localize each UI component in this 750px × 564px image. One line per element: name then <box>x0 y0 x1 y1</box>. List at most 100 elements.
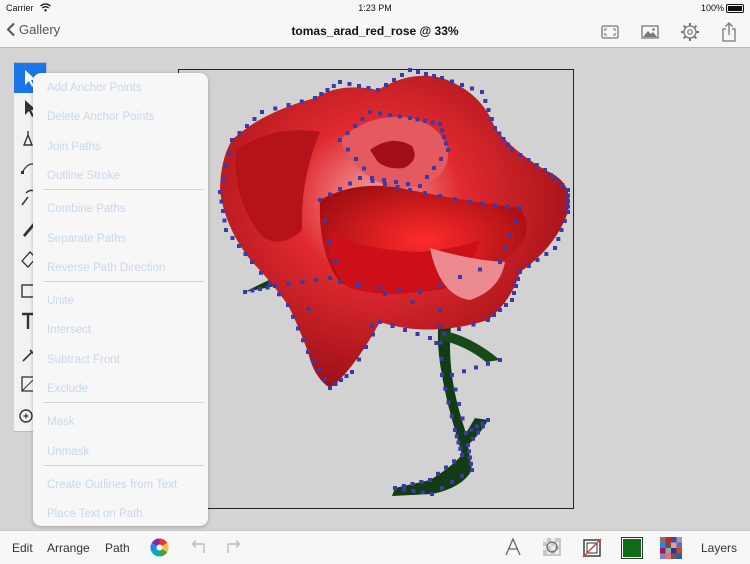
anchor-point[interactable] <box>516 277 520 281</box>
anchor-point[interactable] <box>553 246 557 250</box>
anchor-point[interactable] <box>408 116 412 120</box>
anchor-point[interactable] <box>452 459 456 464</box>
anchor-point[interactable] <box>265 285 270 290</box>
anchor-point[interactable] <box>504 303 508 307</box>
anchor-point[interactable] <box>382 178 386 182</box>
anchor-point[interactable] <box>224 228 228 232</box>
anchor-point[interactable] <box>328 192 332 197</box>
anchor-point[interactable] <box>230 138 234 142</box>
anchor-point[interactable] <box>439 157 443 161</box>
anchor-point[interactable] <box>418 290 422 294</box>
anchor-point[interactable] <box>453 197 457 201</box>
anchor-point[interactable] <box>338 187 342 191</box>
anchor-point[interactable] <box>438 122 442 126</box>
anchor-point[interactable] <box>368 110 372 114</box>
anchor-point[interactable] <box>439 340 443 345</box>
anchor-point[interactable] <box>392 78 396 82</box>
anchor-point[interactable] <box>376 88 380 92</box>
anchor-point[interactable] <box>432 166 436 170</box>
anchor-point[interactable] <box>471 322 476 327</box>
anchor-point[interactable] <box>222 218 227 223</box>
anchor-point[interactable] <box>328 276 332 280</box>
anchor-point[interactable] <box>458 446 463 451</box>
anchor-point[interactable] <box>486 108 491 112</box>
menu-item-combine-paths[interactable]: Combine Paths <box>47 203 126 215</box>
anchor-point[interactable] <box>252 117 257 121</box>
anchor-point[interactable] <box>456 440 461 445</box>
anchor-point[interactable] <box>410 482 415 486</box>
anchor-point[interactable] <box>224 164 228 168</box>
anchor-point[interactable] <box>406 182 410 186</box>
anchor-point[interactable] <box>518 270 522 274</box>
anchor-point[interactable] <box>478 267 482 272</box>
anchor-point[interactable] <box>466 443 470 447</box>
anchor-point[interactable] <box>291 314 295 319</box>
color-wheel-icon[interactable] <box>150 538 169 557</box>
anchor-point[interactable] <box>480 90 484 94</box>
anchor-point[interactable] <box>347 82 352 86</box>
anchor-point[interactable] <box>505 204 510 209</box>
anchor-point[interactable] <box>486 361 490 366</box>
fill-swatch[interactable] <box>621 537 643 559</box>
anchor-point[interactable] <box>423 191 427 195</box>
anchor-point[interactable] <box>362 166 366 171</box>
anchor-point[interactable] <box>388 113 392 117</box>
anchor-point[interactable] <box>425 175 429 179</box>
anchor-point[interactable] <box>510 298 514 302</box>
edit-menu-button[interactable]: Edit <box>12 541 33 555</box>
anchor-point[interactable] <box>462 369 466 374</box>
anchor-point[interactable] <box>268 281 272 286</box>
anchor-point[interactable] <box>296 326 300 331</box>
anchor-point[interactable] <box>383 182 387 186</box>
anchor-point[interactable] <box>535 258 540 262</box>
anchor-point[interactable] <box>566 188 570 192</box>
anchor-point[interactable] <box>227 151 231 155</box>
anchor-point[interactable] <box>501 137 506 141</box>
anchor-point[interactable] <box>415 332 420 336</box>
anchor-point[interactable] <box>480 201 485 206</box>
anchor-point[interactable] <box>410 300 415 304</box>
anchor-point[interactable] <box>556 237 561 241</box>
menu-item-add-anchor-points[interactable]: Add Anchor Points <box>47 82 142 94</box>
menu-item-join-paths[interactable]: Join Paths <box>47 141 101 153</box>
anchor-point[interactable] <box>408 68 412 72</box>
anchor-point[interactable] <box>339 378 343 382</box>
anchor-point[interactable] <box>286 103 291 107</box>
anchor-point[interactable] <box>378 111 382 116</box>
anchor-point[interactable] <box>403 328 407 332</box>
anchor-point[interactable] <box>476 430 480 435</box>
anchor-point[interactable] <box>475 424 479 429</box>
anchor-point[interactable] <box>420 490 425 495</box>
anchor-point[interactable] <box>559 228 564 232</box>
stroke-icon[interactable] <box>581 537 603 559</box>
anchor-point[interactable] <box>219 199 224 204</box>
anchor-point[interactable] <box>430 492 434 496</box>
anchor-point[interactable] <box>467 449 471 454</box>
anchor-point[interactable] <box>566 193 570 198</box>
anchor-point[interactable] <box>446 400 451 405</box>
anchor-point[interactable] <box>243 290 247 294</box>
anchor-point[interactable] <box>534 163 539 167</box>
anchor-point[interactable] <box>338 80 342 84</box>
align-icon[interactable] <box>542 537 562 557</box>
anchor-point[interactable] <box>354 157 358 161</box>
anchor-point[interactable] <box>394 180 398 184</box>
anchor-point[interactable] <box>355 284 360 288</box>
menu-item-mask[interactable]: Mask <box>47 416 74 428</box>
anchor-point[interactable] <box>468 200 472 204</box>
anchor-point[interactable] <box>221 177 225 181</box>
anchor-point[interactable] <box>442 331 447 336</box>
anchor-point[interactable] <box>370 324 375 328</box>
anchor-point[interactable] <box>440 128 444 133</box>
anchor-point[interactable] <box>400 73 404 77</box>
anchor-point[interactable] <box>562 219 567 223</box>
arrange-menu-button[interactable]: Arrange <box>47 541 90 555</box>
anchor-point[interactable] <box>383 292 387 296</box>
anchor-point[interactable] <box>493 126 497 130</box>
anchor-point[interactable] <box>505 142 510 147</box>
anchor-point[interactable] <box>331 84 336 88</box>
anchor-point[interactable] <box>328 386 332 390</box>
anchor-point[interactable] <box>512 291 516 295</box>
anchor-point[interactable] <box>438 282 442 287</box>
menu-item-unite[interactable]: Unite <box>47 295 74 307</box>
